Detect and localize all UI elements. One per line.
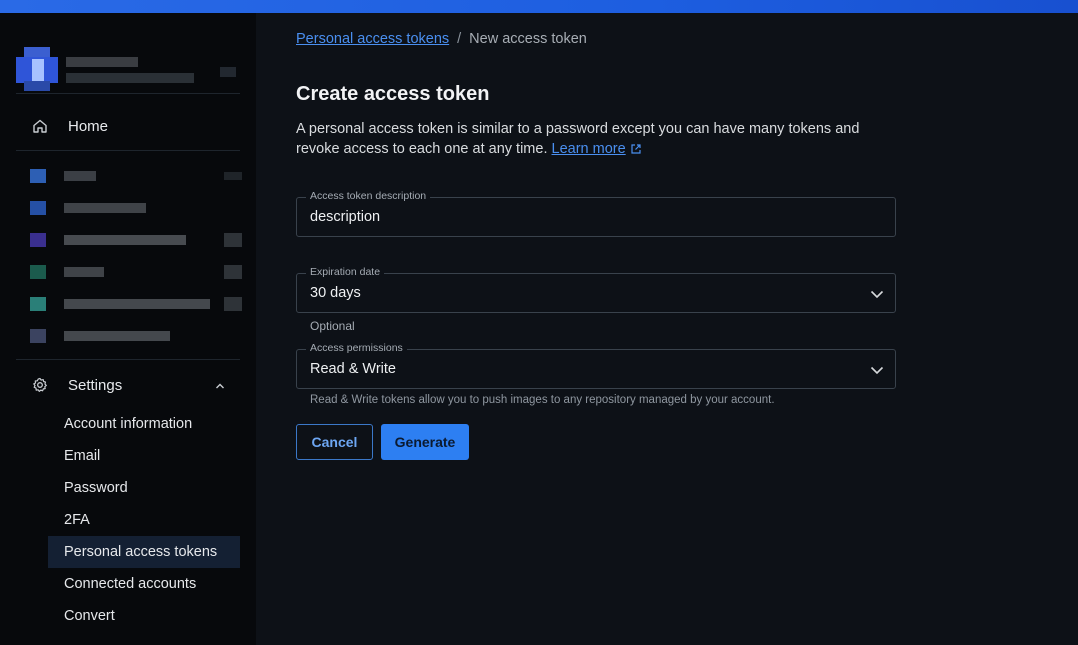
main-content: Personal access tokens / New access toke… [256,13,1078,645]
settings-item-personal-access-tokens[interactable]: Personal access tokens [48,536,240,568]
breadcrumb-link-personal-access-tokens[interactable]: Personal access tokens [296,31,449,47]
field-label: Access permissions [306,342,407,354]
token-description-field: Access token description [296,190,896,237]
permissions-helper-text: Read & Write tokens allow you to push im… [310,394,775,406]
field-label: Access token description [306,190,431,202]
avatar [16,47,58,91]
home-icon [32,118,48,134]
sidebar: Home Settings Account information Email … [0,13,256,645]
account-badge-redacted [220,67,236,77]
account-name-redacted [66,57,138,67]
settings-item-partial [48,632,240,645]
expiration-date-select[interactable]: Expiration date 30 days [296,266,896,313]
expiration-helper-text: Optional [310,319,355,333]
field-label: Expiration date [306,266,385,278]
org-item-redacted[interactable] [30,295,242,313]
page-description: A personal access token is similar to a … [296,119,896,161]
breadcrumb-separator: / [457,31,462,47]
token-description-input[interactable] [310,209,870,225]
account-switcher[interactable] [16,47,240,95]
sidebar-item-label: Home [68,117,109,135]
sidebar-divider [16,359,240,360]
cancel-button[interactable]: Cancel [296,424,373,460]
top-accent-bar [0,0,1078,13]
learn-more-link[interactable]: Learn more [552,141,626,157]
sidebar-item-settings[interactable]: Settings [16,367,240,403]
settings-item-email[interactable]: Email [48,440,240,472]
sidebar-item-label: Settings [68,376,123,394]
org-item-redacted[interactable] [30,327,242,345]
external-link-icon[interactable] [630,141,642,161]
org-item-redacted[interactable] [30,263,242,281]
sidebar-divider [16,93,240,94]
gear-icon [32,377,48,393]
settings-item-2fa[interactable]: 2FA [48,504,240,536]
settings-item-convert[interactable]: Convert [48,600,240,632]
org-item-redacted[interactable] [30,231,242,249]
chevron-down-icon[interactable] [869,362,885,383]
chevron-up-icon[interactable] [214,379,226,397]
generate-button[interactable]: Generate [381,424,469,460]
breadcrumb: Personal access tokens / New access toke… [296,31,587,47]
access-permissions-select[interactable]: Access permissions Read & Write [296,342,896,389]
sidebar-item-home[interactable]: Home [16,108,240,144]
page-title: Create access token [296,83,490,105]
account-id-redacted [66,73,194,83]
breadcrumb-current: New access token [469,31,587,47]
selected-value: Read & Write [310,361,396,377]
org-item-redacted[interactable] [30,167,242,185]
settings-item-connected-accounts[interactable]: Connected accounts [48,568,240,600]
org-item-redacted[interactable] [30,199,242,217]
settings-item-account-information[interactable]: Account information [48,408,240,440]
settings-item-password[interactable]: Password [48,472,240,504]
chevron-down-icon[interactable] [869,286,885,307]
selected-value: 30 days [310,285,361,301]
sidebar-divider [16,150,240,151]
